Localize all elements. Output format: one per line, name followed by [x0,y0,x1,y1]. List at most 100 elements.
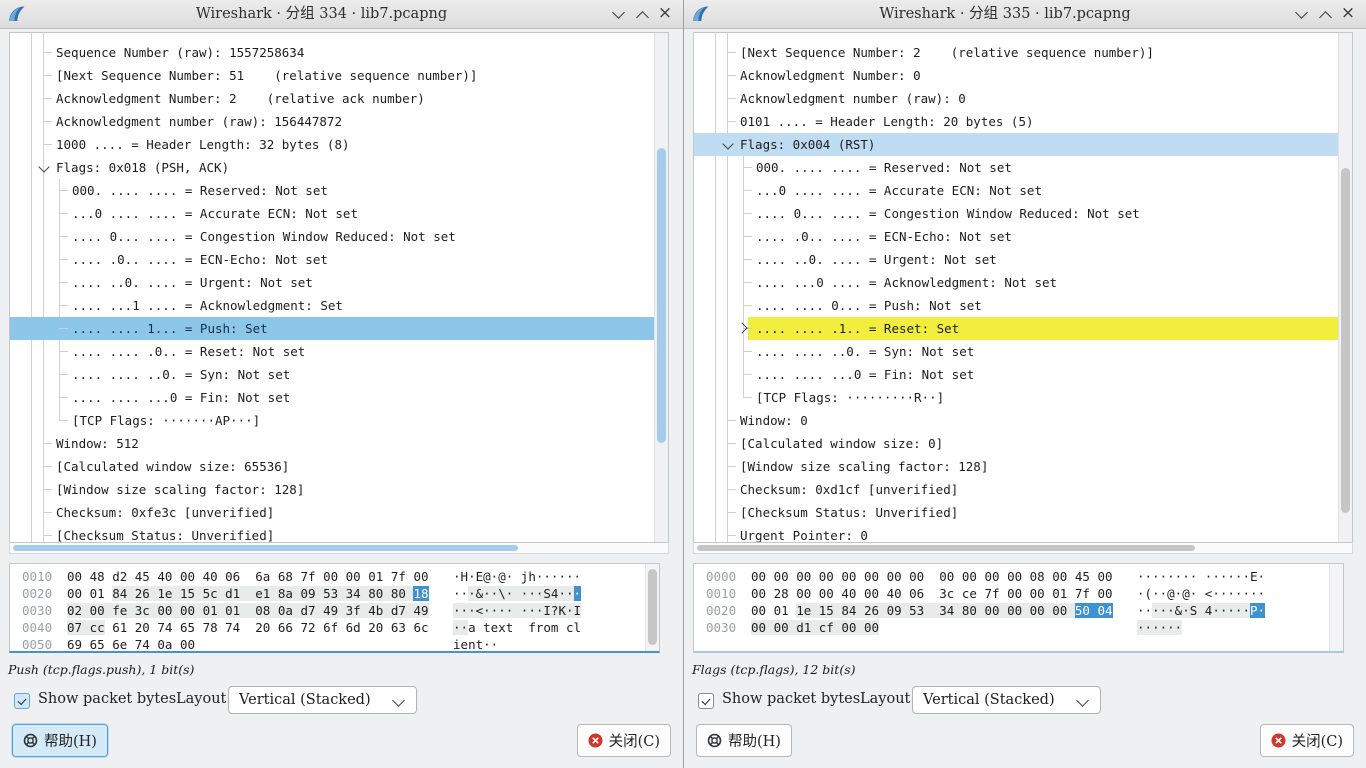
close-button[interactable]: 关闭(C) [577,724,671,757]
hex-vertical-scrollbar[interactable] [1329,564,1343,651]
tree-row[interactable]: Sequence Number (raw): 1557258634 [10,41,654,64]
tree-row[interactable]: [Next Sequence Number: 2 (relative seque… [694,41,1338,64]
tree-row[interactable]: 000. .... .... = Reserved: Not set [10,179,654,202]
titlebar-close-button[interactable]: × [653,0,677,28]
tree-row[interactable]: [Calculated window size: 0] [694,432,1338,455]
packet-bytes-pane[interactable]: 000000 00 00 00 00 00 00 00 00 00 00 00 … [693,563,1344,653]
titlebar-shade-button[interactable] [607,0,631,28]
layout-select[interactable]: Vertical (Stacked) [228,686,417,714]
hex-row[interactable]: 002000 01 84 26 1e 15 5c d1 e1 8a 09 53 … [22,585,581,602]
tree-row[interactable]: [Window size scaling factor: 128] [10,478,654,501]
hex-ascii: ···&··\· ···S4··· [453,585,581,602]
packet-detail-tree[interactable]: Sequence Number (raw): 1557258634[Next S… [9,32,669,543]
show-packet-bytes-checkbox[interactable] [698,693,714,709]
tree-row-label: .... .... ..0. = Syn: Not set [72,367,290,382]
tree-row-label: .... .0.. .... = ECN-Echo: Not set [72,252,328,267]
hex-ascii: ······ [1137,619,1182,636]
hex-row[interactable]: 003000 00 d1 cf 00 00······ [706,619,1265,636]
tree-row[interactable]: .... 0... .... = Congestion Window Reduc… [10,225,654,248]
tree-row[interactable]: [TCP Flags: ·········R··] [694,386,1338,409]
titlebar-close-button[interactable]: × [1336,0,1360,28]
tree-row[interactable]: .... .... .1.. = Reset: Set [694,317,1338,340]
scrollbar-thumb[interactable] [13,545,518,551]
packet-bytes-pane[interactable]: 001000 48 d2 45 40 00 40 06 6a 68 7f 00 … [9,563,660,653]
tree-row[interactable]: .... .... 0... = Push: Not set [694,294,1338,317]
tree-horizontal-scrollbar[interactable] [693,543,1353,554]
tree-row[interactable]: Flags: 0x018 (PSH, ACK) [10,156,654,179]
hex-bytes: 00 01 84 26 1e 15 5c d1 e1 8a 09 53 34 8… [67,585,433,602]
tree-row-label: Acknowledgment Number: 2 (relative ack n… [56,91,425,106]
hex-row[interactable]: 003002 00 fe 3c 00 00 01 01 08 0a d7 49 … [22,602,581,619]
tree-row[interactable]: 0101 .... = Header Length: 20 bytes (5) [694,110,1338,133]
expander-expanded-icon[interactable] [38,161,49,172]
tree-row[interactable]: 000. .... .... = Reserved: Not set [694,156,1338,179]
tree-row[interactable]: Urgent Pointer: 0 [694,524,1338,543]
tree-row[interactable]: Window: 0 [694,409,1338,432]
layout-select[interactable]: Vertical (Stacked) [912,686,1101,714]
hex-row[interactable]: 002000 01 1e 15 84 26 09 53 34 80 00 00 … [706,602,1265,619]
tree-row[interactable]: Checksum: 0xd1cf [unverified] [694,478,1338,501]
scrollbar-thumb[interactable] [697,545,1195,551]
packet-detail-tree[interactable]: [Next Sequence Number: 2 (relative seque… [693,32,1353,543]
close-button[interactable]: 关闭(C) [1260,724,1354,757]
tree-row[interactable]: .... .... 1... = Push: Set [10,317,654,340]
tree-row[interactable]: Acknowledgment number (raw): 0 [694,87,1338,110]
tree-row[interactable]: .... 0... .... = Congestion Window Reduc… [694,202,1338,225]
titlebar[interactable]: Wireshark · 分组 335 · lib7.pcapng × [684,0,1366,29]
tree-row[interactable]: ...0 .... .... = Accurate ECN: Not set [694,179,1338,202]
scrollbar-thumb[interactable] [648,569,657,645]
tree-row[interactable]: .... ...0 .... = Acknowledgment: Not set [694,271,1338,294]
tree-row[interactable]: Flags: 0x004 (RST) [694,133,1338,156]
hex-row[interactable]: 004007 cc 61 20 74 65 78 74 20 66 72 6f … [22,619,581,636]
hex-row[interactable]: 000000 00 00 00 00 00 00 00 00 00 00 00 … [706,568,1265,585]
tree-row[interactable]: Acknowledgment Number: 2 (relative ack n… [10,87,654,110]
tree-row[interactable]: [TCP Flags: ·······AP···] [10,409,654,432]
tree-row-label: Urgent Pointer: 0 [740,528,868,543]
show-packet-bytes-checkbox[interactable] [14,693,30,709]
tree-row[interactable]: [Next Sequence Number: 51 (relative sequ… [10,64,654,87]
tree-row[interactable]: [Checksum Status: Unverified] [694,501,1338,524]
tree-row[interactable]: .... .0.. .... = ECN-Echo: Not set [694,225,1338,248]
tree-row[interactable]: Checksum: 0xfe3c [unverified] [10,501,654,524]
tree-row-label: [Checksum Status: Unverified] [740,505,958,520]
tree-horizontal-scrollbar[interactable] [9,543,669,554]
tree-row[interactable]: 1000 .... = Header Length: 32 bytes (8) [10,133,654,156]
help-button[interactable]: 帮助(H) [696,724,792,757]
tree-row[interactable]: [Calculated window size: 65536] [10,455,654,478]
expander-expanded-icon[interactable] [722,138,733,149]
tree-row[interactable]: [Checksum Status: Unverified] [10,524,654,543]
tree-row[interactable]: .... .... ..0. = Syn: Not set [10,363,654,386]
tree-row[interactable]: .... .0.. .... = ECN-Echo: Not set [10,248,654,271]
tree-vertical-scrollbar[interactable] [1338,33,1352,542]
hex-vertical-scrollbar[interactable] [645,564,659,651]
expander-collapsed-icon[interactable] [736,322,747,333]
tree-row[interactable]: .... ..0. .... = Urgent: Not set [694,248,1338,271]
tree-row[interactable]: .... .... ...0 = Fin: Not set [10,386,654,409]
help-button[interactable]: 帮助(H) [12,724,108,757]
hex-row[interactable]: 001000 28 00 00 40 00 40 06 3c ce 7f 00 … [706,585,1265,602]
tree-row[interactable]: Acknowledgment number (raw): 156447872 [10,110,654,133]
hex-bytes: 69 65 6e 74 0a 00 [67,636,433,653]
tree-row[interactable]: .... .... .0.. = Reset: Not set [10,340,654,363]
scrollbar-thumb[interactable] [1341,168,1350,513]
tree-row-label: Flags: 0x018 (PSH, ACK) [56,160,229,175]
tree-row[interactable]: .... .... ..0. = Syn: Not set [694,340,1338,363]
hex-row[interactable]: 005069 65 6e 74 0a 00ient·· [22,636,581,653]
scrollbar-thumb[interactable] [657,148,666,443]
tree-row[interactable]: ...0 .... .... = Accurate ECN: Not set [10,202,654,225]
titlebar-unshade-button[interactable] [1314,0,1338,28]
tree-row-label: [Window size scaling factor: 128] [740,459,988,474]
tree-row[interactable]: .... ...1 .... = Acknowledgment: Set [10,294,654,317]
titlebar-shade-button[interactable] [1290,0,1314,28]
tree-row[interactable]: [Window size scaling factor: 128] [694,455,1338,478]
hex-bytes: 00 28 00 00 40 00 40 06 3c ce 7f 00 00 0… [751,585,1117,602]
tree-row[interactable]: .... ..0. .... = Urgent: Not set [10,271,654,294]
titlebar-unshade-button[interactable] [631,0,655,28]
titlebar[interactable]: Wireshark · 分组 334 · lib7.pcapng × [0,0,683,29]
tree-row[interactable]: Window: 512 [10,432,654,455]
tree-row[interactable]: .... .... ...0 = Fin: Not set [694,363,1338,386]
tree-row-label: Window: 512 [56,436,139,451]
hex-row[interactable]: 001000 48 d2 45 40 00 40 06 6a 68 7f 00 … [22,568,581,585]
tree-vertical-scrollbar[interactable] [654,33,668,542]
tree-row[interactable]: Acknowledgment Number: 0 [694,64,1338,87]
